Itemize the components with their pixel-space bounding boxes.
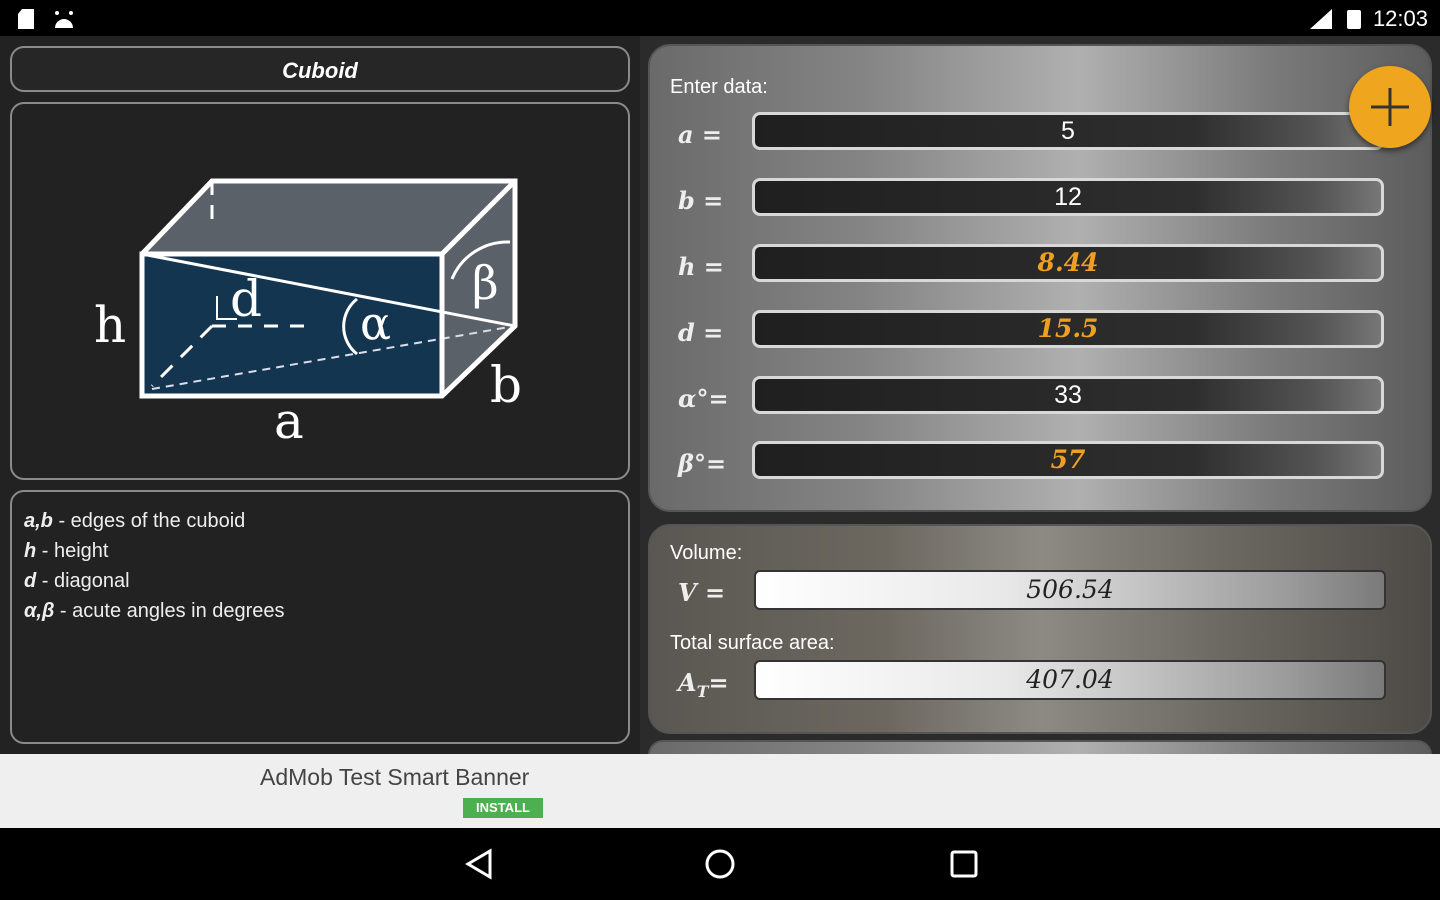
label-d: d (230, 270, 262, 328)
volume-output: 506.54 (754, 570, 1386, 610)
android-icon (55, 11, 73, 28)
legend-item: h - height (24, 540, 109, 562)
ad-banner[interactable]: AdMob Test Smart Banner INSTALL (0, 754, 1440, 828)
input-a-field[interactable]: 5 (752, 112, 1384, 150)
enter-data-label: Enter data: (670, 76, 768, 98)
legend-item: α,β - acute angles in degrees (24, 600, 285, 622)
navigation-bar (0, 828, 1440, 900)
label-h: h (94, 296, 126, 354)
status-time: 12:03 (1372, 6, 1428, 31)
volume-label: Volume: (670, 542, 743, 564)
legend-item: d - diagonal (24, 570, 130, 592)
legend-item: a,b - edges of the cuboid (24, 510, 246, 532)
home-icon[interactable] (702, 846, 738, 882)
label-a: a (274, 392, 304, 450)
cuboid-diagram: h d α β b a (94, 178, 522, 450)
ad-install-button[interactable]: INSTALL (463, 798, 543, 818)
surface-area-label: Total surface area: (670, 632, 835, 654)
status-bar: 12:03 (0, 0, 1440, 36)
legend-panel: a,b - edges of the cuboid h - height d -… (10, 490, 630, 744)
add-button[interactable] (1349, 66, 1431, 148)
left-column: Cuboid h d α β b a a,b - edges of the cu… (0, 36, 640, 754)
surface-area-output: 407.04 (754, 660, 1386, 700)
input-beta-field[interactable]: 57 (752, 441, 1384, 479)
input-alpha-field[interactable]: 33 (752, 376, 1384, 414)
label-beta: β (472, 256, 499, 310)
label-h-field: h = (678, 252, 724, 281)
input-d-field[interactable]: 15.5 (752, 310, 1384, 348)
cuboid-figure-panel: h d α β b a (10, 102, 630, 480)
app-content: Cuboid h d α β b a a,b - edges of the cu… (0, 36, 1440, 770)
input-b-field[interactable]: 12 (752, 178, 1384, 216)
battery-icon (1347, 10, 1361, 29)
label-b-field: b = (678, 186, 724, 215)
label-a-field: a = (678, 120, 723, 149)
signal-icon (1310, 9, 1332, 29)
label-b: b (490, 356, 522, 414)
label-alpha-field: α°= (678, 384, 729, 413)
back-icon[interactable] (462, 846, 498, 882)
output-card: Volume: V = 506.54 Total surface area: A… (648, 524, 1432, 734)
sd-card-icon (18, 9, 34, 29)
page-title: Cuboid (282, 58, 358, 83)
volume-var-label: V = (678, 578, 726, 607)
label-beta-field: β°= (678, 449, 727, 478)
surface-area-var-label: AT= (678, 668, 729, 701)
recents-icon[interactable] (946, 846, 982, 882)
input-card: Enter data: a = 5 b = 12 h = 8.44 d = 15… (648, 44, 1432, 512)
label-d-field: d = (678, 318, 724, 347)
ad-text: AdMob Test Smart Banner (260, 764, 530, 790)
right-column: Enter data: a = 5 b = 12 h = 8.44 d = 15… (640, 36, 1440, 770)
plus-icon (1371, 88, 1409, 126)
title-panel: Cuboid (10, 46, 630, 92)
input-h-field[interactable]: 8.44 (752, 244, 1384, 282)
label-alpha: α (360, 296, 391, 350)
